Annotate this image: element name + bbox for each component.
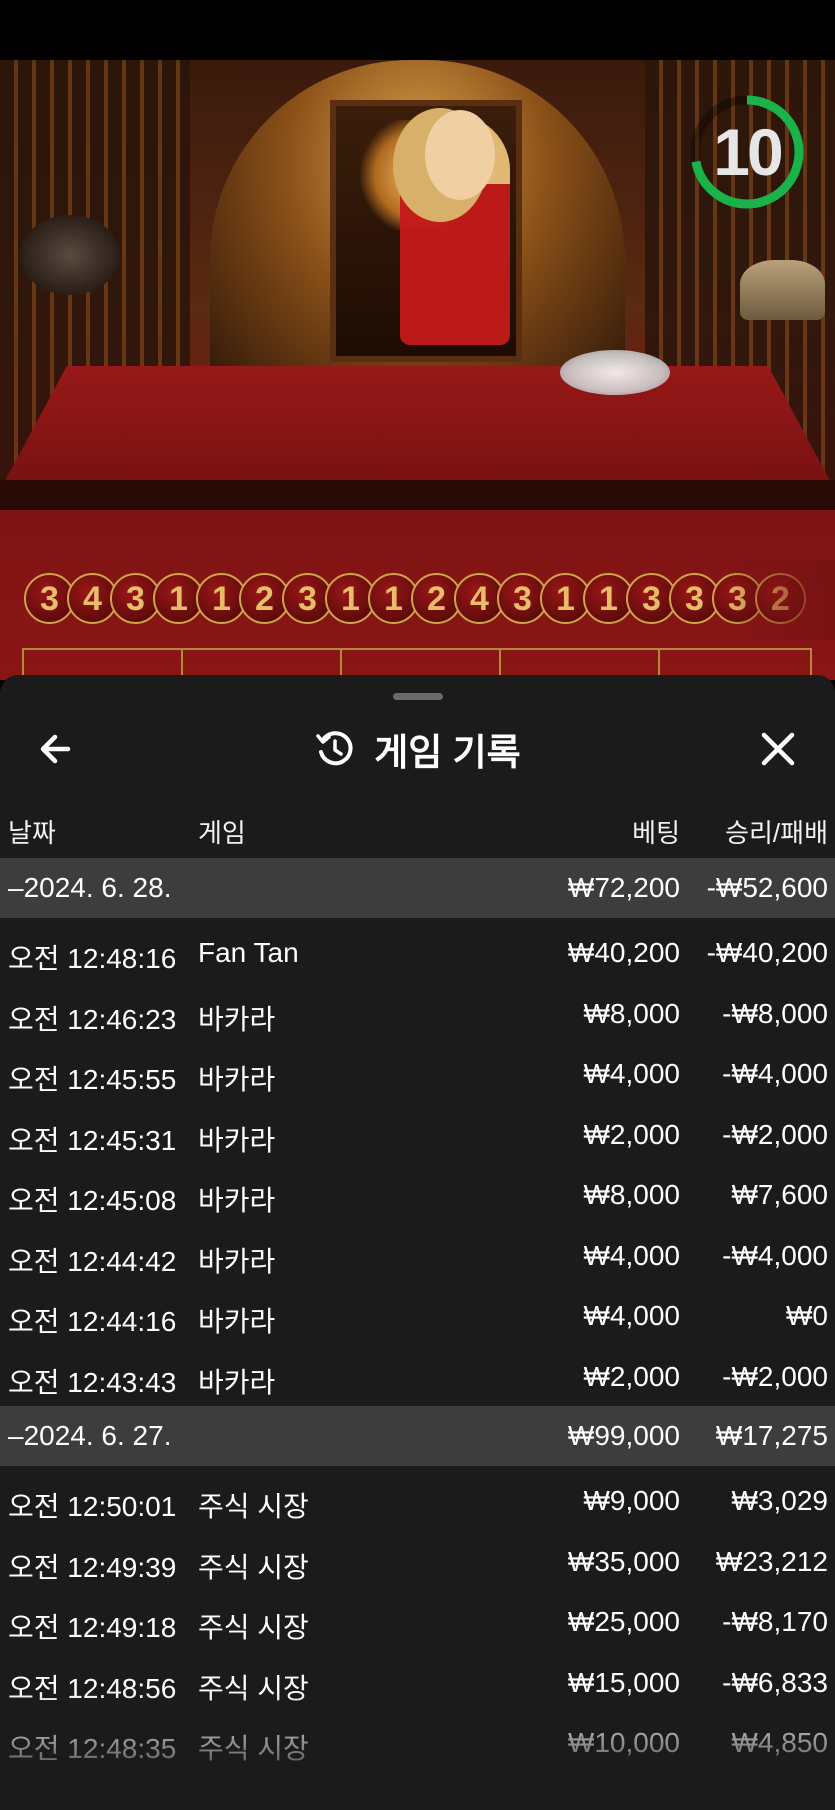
row-bet: ₩9,000 — [583, 1485, 681, 1516]
row-winloss: ₩4,850 — [731, 1727, 829, 1758]
row-time: 오전 12:49:39 — [8, 1551, 177, 1583]
sheet-header: 게임 기록 — [0, 713, 835, 785]
column-winloss[interactable]: 승리/패배 — [725, 813, 828, 850]
bonsai-plant — [20, 215, 120, 295]
row-winloss: -₩4,000 — [722, 1058, 828, 1089]
group-bet-total: ₩72,200 — [567, 872, 680, 903]
row-game: 바카라 — [198, 1185, 276, 1216]
bead-bowl — [560, 350, 670, 395]
history-row[interactable]: 오전 12:44:42 바카라 ₩4,000 -₩4,000 — [0, 1225, 835, 1286]
row-game: 바카라 — [198, 1064, 276, 1095]
row-bet: ₩8,000 — [583, 1179, 681, 1210]
history-row[interactable]: 오전 12:43:43 바카라 ₩2,000 -₩2,000 — [0, 1346, 835, 1407]
row-winloss: ₩7,600 — [731, 1179, 829, 1210]
game-history-sheet: 게임 기록 날짜 게임 베팅 승리/패배 –2024. 6. 28. ₩72,20… — [0, 675, 835, 1810]
bet-area-strip — [22, 648, 812, 678]
row-winloss: -₩2,000 — [722, 1118, 828, 1150]
row-time: 오전 12:49:18 — [8, 1612, 177, 1643]
row-time: 오전 12:43:43 — [8, 1366, 177, 1398]
status-bar — [0, 0, 835, 60]
column-bet[interactable]: 베팅 — [632, 813, 680, 850]
row-bet: ₩4,000 — [583, 1058, 681, 1089]
row-bet: ₩25,000 — [567, 1606, 680, 1637]
row-game: 주식 시장 — [198, 1672, 309, 1704]
row-game: 바카라 — [198, 1124, 276, 1156]
sheet-title: 게임 기록 — [374, 732, 521, 773]
row-winloss: ₩23,212 — [715, 1545, 828, 1577]
row-winloss: -₩6,833 — [722, 1666, 828, 1698]
row-game: 주식 시장 — [198, 1551, 309, 1583]
row-game: 바카라 — [198, 1245, 276, 1277]
results-road: 343112311243113332 — [24, 573, 806, 627]
row-game: 주식 시장 — [198, 1491, 309, 1522]
date-group-row[interactable]: –2024. 6. 28. ₩72,200 -₩52,600 — [0, 858, 835, 918]
history-row[interactable]: 오전 12:45:31 바카라 ₩2,000 -₩2,000 — [0, 1104, 835, 1165]
history-row[interactable]: 오전 12:48:56 주식 시장 ₩15,000 -₩6,833 — [0, 1652, 835, 1713]
row-game: 주식 시장 — [198, 1733, 309, 1764]
row-bet: ₩8,000 — [583, 997, 681, 1029]
sheet-title-group: 게임 기록 — [0, 713, 835, 785]
row-time: 오전 12:48:35 — [8, 1733, 177, 1764]
row-winloss: -₩40,200 — [706, 937, 828, 968]
row-time: 오전 12:45:08 — [8, 1185, 177, 1216]
row-winloss: -₩8,170 — [722, 1606, 828, 1637]
row-winloss: -₩4,000 — [722, 1239, 828, 1271]
row-winloss: ₩3,029 — [731, 1485, 829, 1516]
column-game[interactable]: 게임 — [198, 813, 246, 850]
row-time: 오전 12:48:16 — [8, 943, 177, 974]
results-road-fade — [720, 560, 835, 640]
group-date: –2024. 6. 28. — [8, 872, 172, 903]
row-game: 주식 시장 — [198, 1612, 309, 1643]
history-row[interactable]: 오전 12:50:01 주식 시장 ₩9,000 ₩3,029 — [0, 1470, 835, 1531]
row-time: 오전 12:50:01 — [8, 1491, 177, 1522]
row-bet: ₩15,000 — [567, 1666, 680, 1698]
history-table: –2024. 6. 28. ₩72,200 -₩52,600 오전 12:48:16 F… — [0, 858, 835, 1773]
date-group-row[interactable]: –2024. 6. 27. ₩99,000 ₩17,275 — [0, 1406, 835, 1466]
row-bet: ₩4,000 — [583, 1300, 681, 1331]
row-winloss: -₩8,000 — [722, 997, 828, 1029]
timer-value: 10 — [713, 115, 783, 189]
table-header: 날짜 게임 베팅 승리/패배 — [0, 803, 835, 853]
row-bet: ₩10,000 — [567, 1727, 680, 1758]
history-row[interactable]: 오전 12:49:39 주식 시장 ₩35,000 ₩23,212 — [0, 1531, 835, 1592]
row-bet: ₩4,000 — [583, 1239, 681, 1271]
row-game: Fan Tan — [198, 937, 299, 968]
row-time: 오전 12:45:31 — [8, 1124, 177, 1156]
row-time: 오전 12:44:16 — [8, 1306, 177, 1337]
column-date[interactable]: 날짜 — [8, 813, 56, 850]
row-game: 바카라 — [198, 1306, 276, 1337]
row-bet: ₩2,000 — [583, 1360, 681, 1392]
history-row[interactable]: 오전 12:45:55 바카라 ₩4,000 -₩4,000 — [0, 1043, 835, 1104]
table-edge — [0, 480, 835, 510]
history-row[interactable]: 오전 12:48:16 Fan Tan ₩40,200 -₩40,200 — [0, 922, 835, 983]
history-row[interactable]: 오전 12:44:16 바카라 ₩4,000 ₩0 — [0, 1285, 835, 1346]
row-winloss: -₩2,000 — [722, 1360, 828, 1392]
history-row[interactable]: 오전 12:48:35 주식 시장 ₩10,000 ₩4,850 — [0, 1712, 835, 1773]
countdown-timer: 10 — [688, 93, 806, 211]
row-time: 오전 12:44:42 — [8, 1245, 177, 1277]
group-bet-total: ₩99,000 — [567, 1420, 680, 1451]
row-bet: ₩35,000 — [567, 1545, 680, 1577]
row-time: 오전 12:46:23 — [8, 1003, 177, 1035]
close-x-icon — [761, 732, 795, 766]
group-winloss-total: -₩52,600 — [706, 872, 828, 903]
row-time: 오전 12:45:55 — [8, 1064, 177, 1095]
group-winloss-total: ₩17,275 — [715, 1420, 828, 1451]
row-winloss: ₩0 — [786, 1300, 828, 1331]
row-game: 바카라 — [198, 1003, 276, 1035]
group-date: –2024. 6. 27. — [8, 1420, 172, 1451]
row-bet: ₩40,200 — [567, 937, 680, 968]
history-row[interactable]: 오전 12:49:18 주식 시장 ₩25,000 -₩8,170 — [0, 1591, 835, 1652]
history-row[interactable]: 오전 12:45:08 바카라 ₩8,000 ₩7,600 — [0, 1164, 835, 1225]
row-bet: ₩2,000 — [583, 1118, 681, 1150]
dealer-head — [425, 110, 495, 200]
dragon-statue — [740, 260, 825, 320]
history-row[interactable]: 오전 12:46:23 바카라 ₩8,000 -₩8,000 — [0, 983, 835, 1044]
sheet-drag-handle[interactable] — [393, 693, 443, 700]
close-button[interactable] — [748, 723, 808, 775]
row-time: 오전 12:48:56 — [8, 1672, 177, 1704]
history-clock-icon — [316, 731, 353, 766]
row-game: 바카라 — [198, 1366, 276, 1398]
